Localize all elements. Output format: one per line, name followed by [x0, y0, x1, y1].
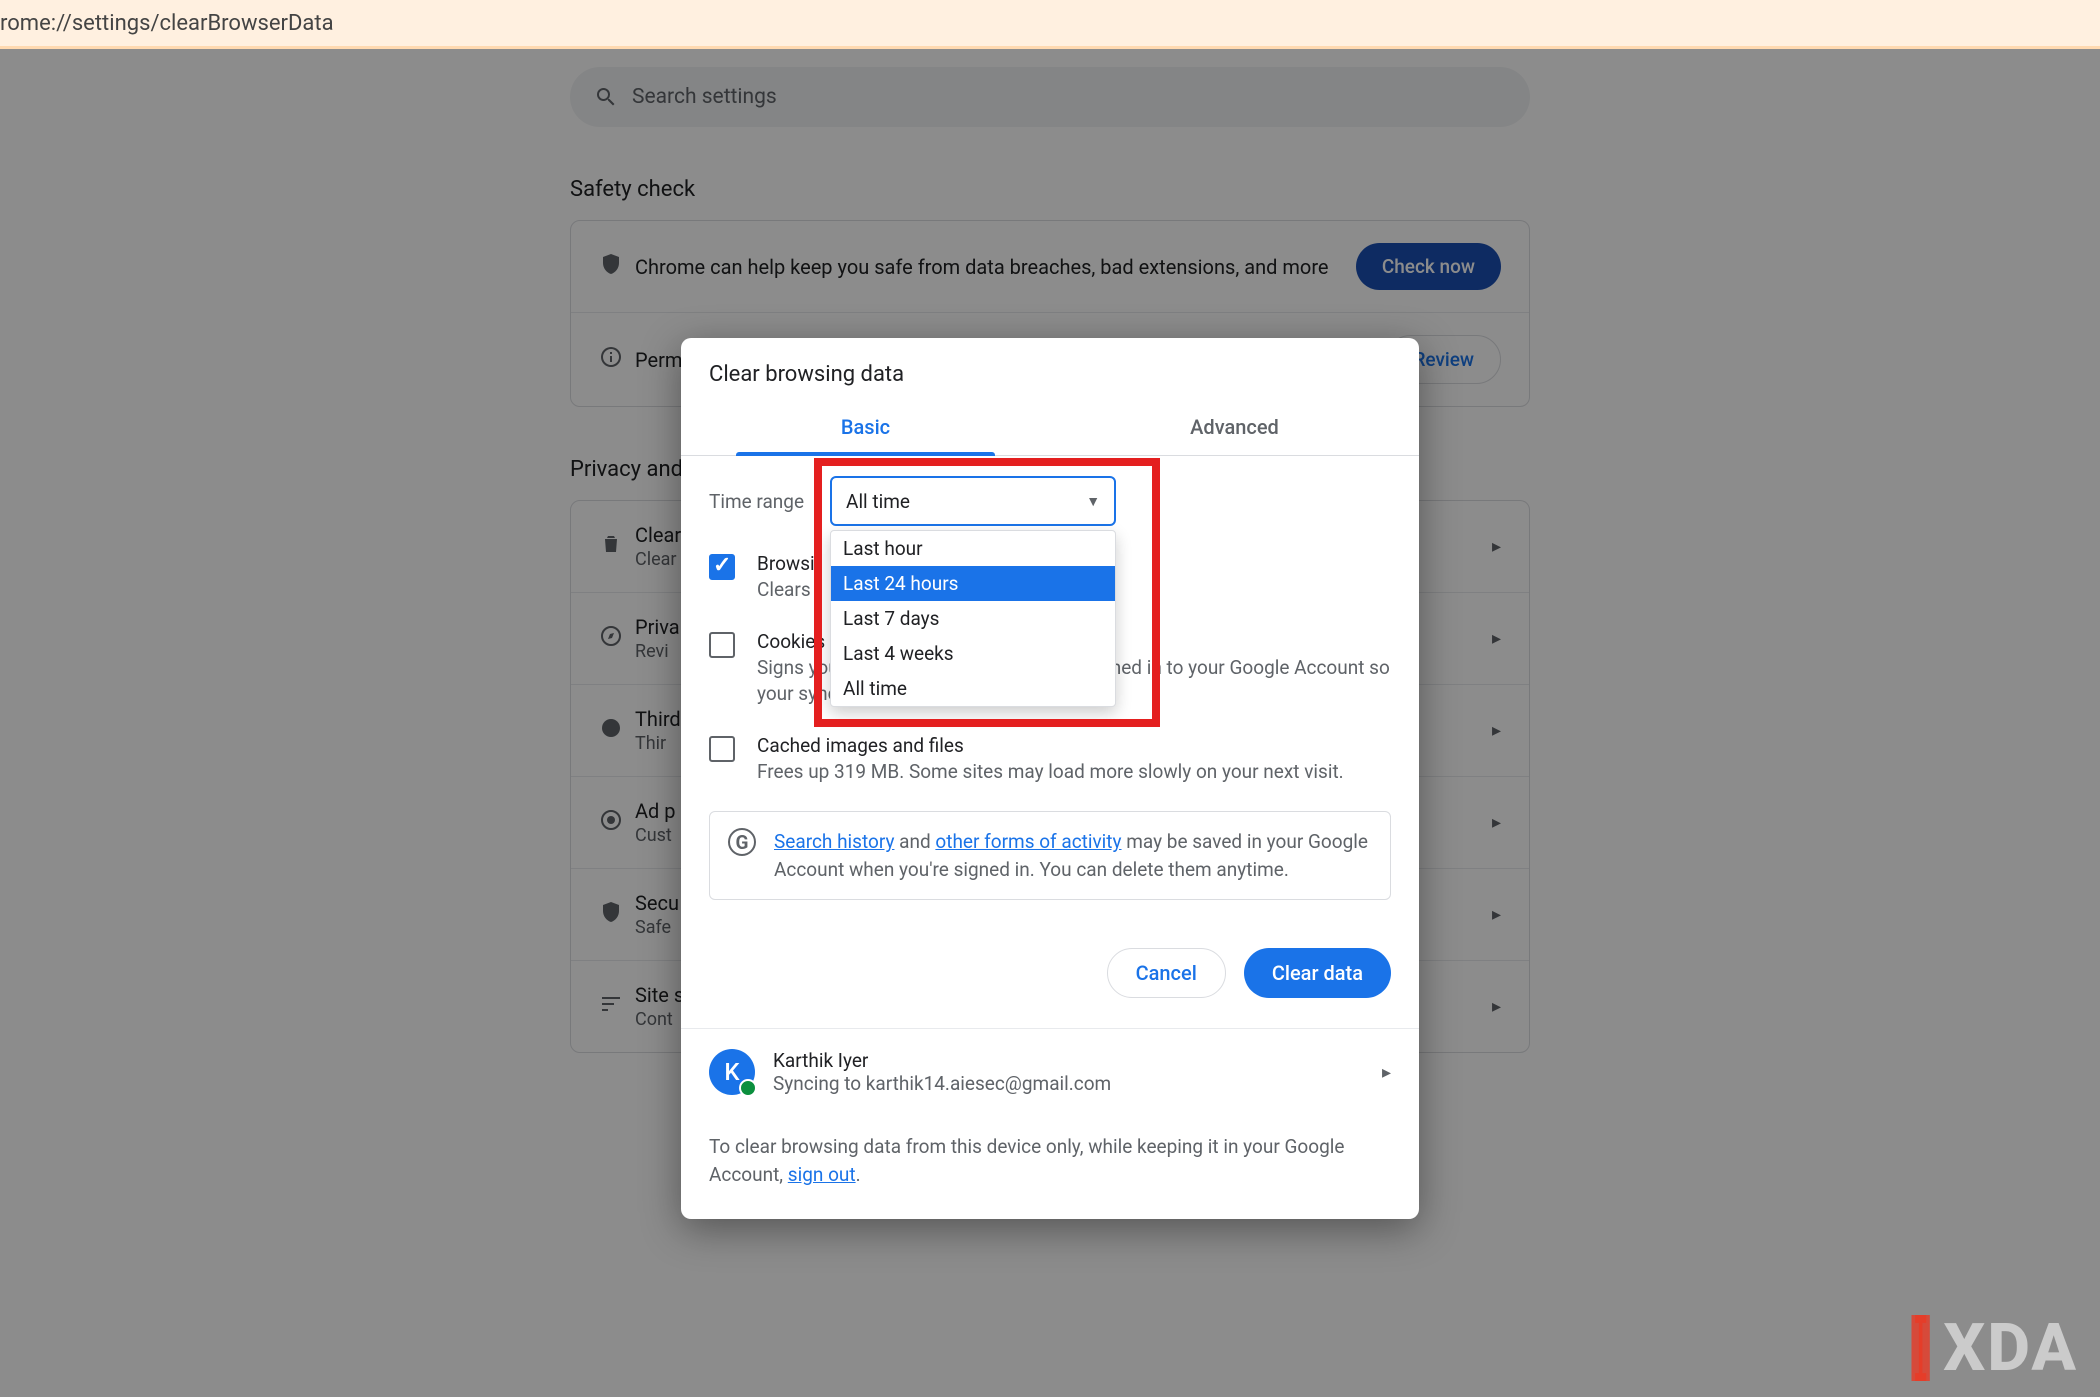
time-range-option[interactable]: Last 7 days	[831, 601, 1115, 636]
time-range-option[interactable]: Last hour	[831, 531, 1115, 566]
account-name: Karthik Iyer	[773, 1049, 1111, 1072]
time-range-dropdown: Last hourLast 24 hoursLast 7 daysLast 4 …	[830, 530, 1116, 707]
item-title: Browsi	[757, 552, 815, 575]
checkbox[interactable]	[709, 632, 735, 658]
chevron-right-icon: ▸	[1382, 1062, 1391, 1083]
footnote: To clear browsing data from this device …	[681, 1115, 1419, 1218]
search-history-link[interactable]: Search history	[774, 830, 894, 853]
account-sync-text: Syncing to karthik14.aiesec@gmail.com	[773, 1072, 1111, 1095]
tab-basic[interactable]: Basic	[681, 401, 1050, 455]
item-subtitle: Clears	[757, 577, 815, 604]
google-icon: G	[728, 828, 756, 856]
avatar: K	[709, 1049, 755, 1095]
checkbox[interactable]	[709, 554, 735, 580]
clear-data-item: Cached images and filesFrees up 319 MB. …	[709, 734, 1391, 786]
sync-status-dot	[739, 1079, 757, 1097]
address-bar[interactable]: rome://settings/clearBrowserData	[0, 0, 2100, 49]
clear-browsing-data-dialog: Clear browsing data Basic Advanced Time …	[681, 338, 1419, 1219]
time-range-option[interactable]: Last 24 hours	[831, 566, 1115, 601]
other-activity-link[interactable]: other forms of activity	[935, 830, 1121, 853]
clear-data-button[interactable]: Clear data	[1244, 948, 1391, 998]
time-range-selected-text: All time	[846, 490, 910, 513]
sign-out-link[interactable]: sign out	[788, 1163, 856, 1186]
time-range-label: Time range	[709, 490, 804, 513]
time-range-select[interactable]: All time ▼	[830, 476, 1116, 526]
dialog-title: Clear browsing data	[681, 338, 1419, 401]
address-bar-text: rome://settings/clearBrowserData	[0, 11, 334, 36]
checkbox[interactable]	[709, 736, 735, 762]
google-activity-info: G Search history and other forms of acti…	[709, 811, 1391, 900]
time-range-option[interactable]: All time	[831, 671, 1115, 706]
chevron-down-icon: ▼	[1086, 493, 1100, 510]
item-subtitle: Frees up 319 MB. Some sites may load mor…	[757, 759, 1344, 786]
item-title: Cached images and files	[757, 734, 1344, 757]
sync-account-row[interactable]: K Karthik Iyer Syncing to karthik14.aies…	[681, 1028, 1419, 1115]
xda-watermark: [] XDA	[1908, 1310, 2078, 1387]
tab-advanced[interactable]: Advanced	[1050, 401, 1419, 455]
dialog-tabs: Basic Advanced	[681, 401, 1419, 456]
time-range-option[interactable]: Last 4 weeks	[831, 636, 1115, 671]
cancel-button[interactable]: Cancel	[1107, 948, 1226, 998]
